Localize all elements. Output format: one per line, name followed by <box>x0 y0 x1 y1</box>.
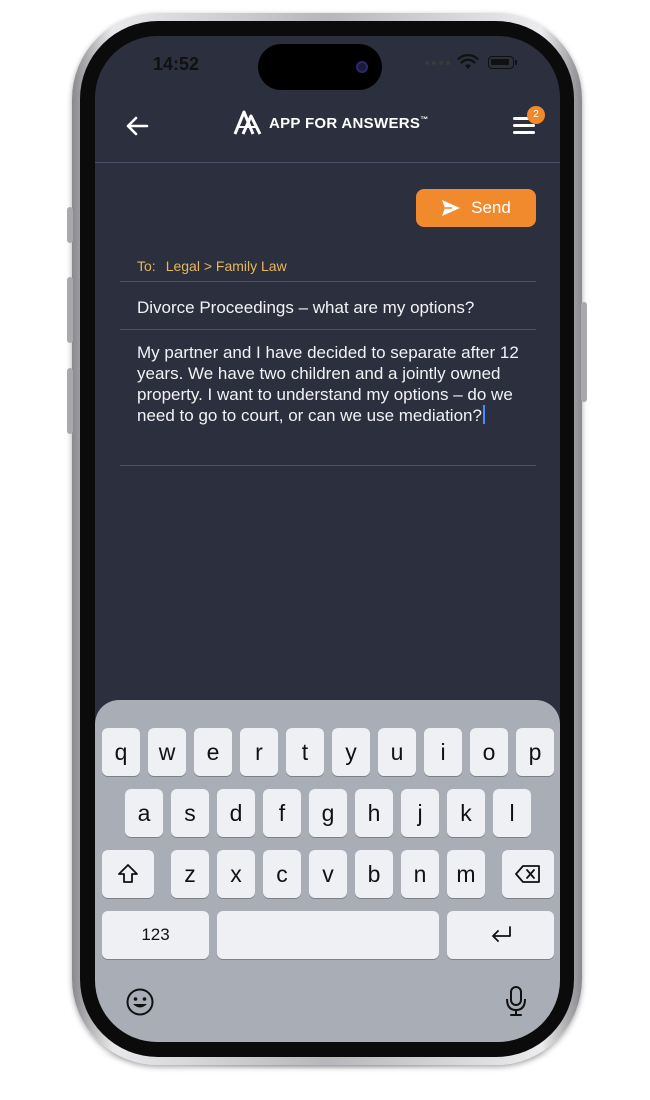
return-key[interactable] <box>447 911 554 959</box>
app-logo: APP FOR ANSWERS™ <box>233 110 429 136</box>
body-divider <box>120 465 536 466</box>
key-z[interactable]: z <box>171 850 209 898</box>
keyboard: q w e r t y u i o p a s d f g h j k l z … <box>95 700 560 1042</box>
subject-field[interactable]: Divorce Proceedings – what are my option… <box>137 298 532 318</box>
key-u[interactable]: u <box>378 728 416 776</box>
key-c[interactable]: c <box>263 850 301 898</box>
key-y[interactable]: y <box>332 728 370 776</box>
power-button <box>581 302 587 402</box>
volume-up-button <box>67 277 73 343</box>
logo-mark-icon <box>233 110 262 135</box>
key-i[interactable]: i <box>424 728 462 776</box>
battery-icon <box>488 56 514 69</box>
to-label: To: <box>137 258 156 274</box>
numbers-key[interactable]: 123 <box>102 911 209 959</box>
key-n[interactable]: n <box>401 850 439 898</box>
cellular-signal-icon <box>425 61 450 65</box>
space-key[interactable] <box>217 911 439 959</box>
phone-screen: 14:52 APP FOR ANSWERS™ 2 Send To: Legal … <box>95 36 560 1042</box>
subject-divider <box>120 329 536 330</box>
key-d[interactable]: d <box>217 789 255 837</box>
status-time: 14:52 <box>153 54 200 74</box>
status-bar: 14:52 <box>95 36 560 96</box>
emoji-icon[interactable] <box>125 987 155 1017</box>
key-k[interactable]: k <box>447 789 485 837</box>
key-g[interactable]: g <box>309 789 347 837</box>
send-button[interactable]: Send <box>416 189 536 227</box>
text-caret <box>482 405 485 424</box>
app-header: APP FOR ANSWERS™ 2 <box>95 96 560 162</box>
key-q[interactable]: q <box>102 728 140 776</box>
send-icon <box>442 200 461 216</box>
notification-badge: 2 <box>527 106 545 124</box>
shift-key[interactable] <box>102 850 154 898</box>
back-arrow-icon[interactable] <box>123 112 151 140</box>
to-divider <box>120 281 536 282</box>
key-e[interactable]: e <box>194 728 232 776</box>
key-a[interactable]: a <box>125 789 163 837</box>
key-p[interactable]: p <box>516 728 554 776</box>
key-w[interactable]: w <box>148 728 186 776</box>
return-icon <box>491 926 511 942</box>
phone-mockup: 14:52 APP FOR ANSWERS™ 2 Send To: Legal … <box>0 0 650 1100</box>
message-body-field[interactable]: My partner and I have decided to separat… <box>137 342 522 426</box>
key-l[interactable]: l <box>493 789 531 837</box>
backspace-icon <box>515 865 540 883</box>
shift-icon <box>118 864 138 883</box>
battery-tip <box>515 60 517 65</box>
header-divider <box>95 162 560 163</box>
key-m[interactable]: m <box>447 850 485 898</box>
backspace-key[interactable] <box>502 850 554 898</box>
key-t[interactable]: t <box>286 728 324 776</box>
send-label: Send <box>471 198 511 217</box>
microphone-icon[interactable] <box>505 985 527 1017</box>
recipient-field[interactable]: To: Legal > Family Law <box>120 252 536 280</box>
key-v[interactable]: v <box>309 850 347 898</box>
key-r[interactable]: r <box>240 728 278 776</box>
wifi-icon <box>457 54 479 69</box>
dynamic-island <box>258 44 382 90</box>
to-value: Legal > Family Law <box>165 258 287 274</box>
key-o[interactable]: o <box>470 728 508 776</box>
key-f[interactable]: f <box>263 789 301 837</box>
message-body-text: My partner and I have decided to separat… <box>137 343 519 425</box>
volume-down-button <box>67 368 73 434</box>
key-h[interactable]: h <box>355 789 393 837</box>
action-button <box>67 207 73 243</box>
logo-text: APP FOR ANSWERS™ <box>269 114 429 132</box>
key-s[interactable]: s <box>171 789 209 837</box>
key-j[interactable]: j <box>401 789 439 837</box>
key-x[interactable]: x <box>217 850 255 898</box>
front-camera <box>356 61 368 73</box>
key-b[interactable]: b <box>355 850 393 898</box>
